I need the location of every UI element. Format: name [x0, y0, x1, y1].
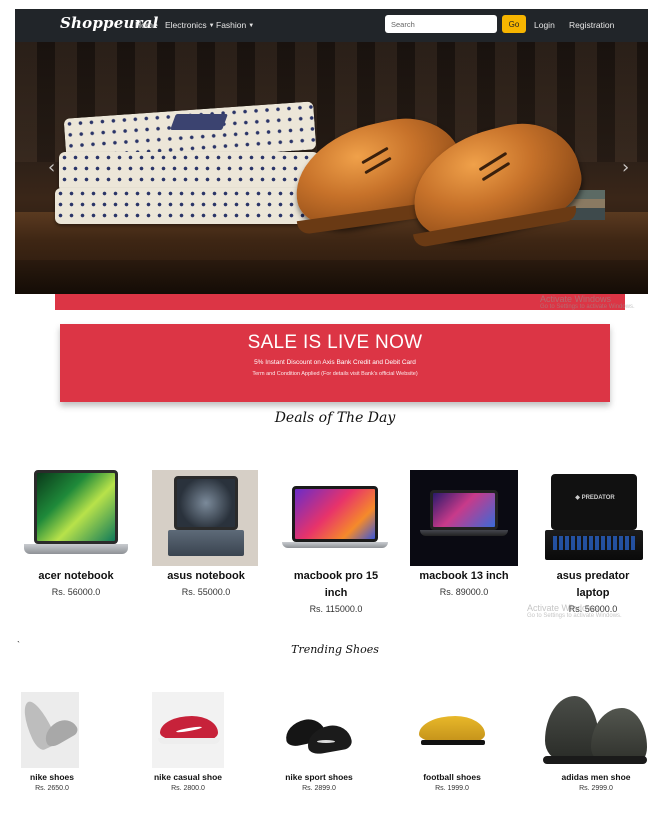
football-shoes-image[interactable]: [415, 712, 489, 750]
acer-notebook-image[interactable]: [22, 470, 128, 566]
product-price: Rs. 2899.0: [302, 785, 336, 792]
deals-section-title: Deals of The Day: [274, 410, 396, 426]
login-link[interactable]: Login: [534, 20, 555, 30]
football-sole: [421, 740, 485, 745]
registration-link[interactable]: Registration: [569, 20, 614, 30]
carousel-prev-icon[interactable]: ‹: [48, 157, 55, 178]
windows-watermark: Activate Windows Go to Settings to activ…: [540, 294, 635, 310]
nav-electronics-label: Electronics: [165, 20, 207, 30]
product-name[interactable]: macbook 13 inch: [400, 568, 528, 585]
hero-carousel: ‹ ›: [15, 42, 648, 294]
product-card[interactable]: macbook pro 15 inch Rs. 115000.0: [272, 568, 400, 614]
nike-casual-shoe-image[interactable]: [152, 692, 224, 768]
macbook-pro-image[interactable]: [282, 486, 390, 550]
product-price: Rs. 2800.0: [171, 785, 205, 792]
predator-keyboard: [553, 536, 635, 550]
caret-down-icon: ▼: [248, 23, 255, 29]
product-card[interactable]: nike sport shoes Rs. 2899.0: [270, 771, 368, 792]
sale-title: SALE IS LIVE NOW: [247, 332, 423, 353]
search-go-button[interactable]: Go: [502, 15, 526, 33]
watermark-line1: Activate Windows: [527, 603, 599, 613]
adidas-sole: [543, 756, 647, 764]
watermark-line1: Activate Windows: [540, 294, 612, 304]
product-price: Rs. 115000.0: [309, 604, 363, 614]
carousel-shirts-image: [55, 101, 325, 232]
product-price: Rs. 2999.0: [579, 785, 613, 792]
product-card[interactable]: acer notebook Rs. 56000.0: [12, 568, 140, 597]
sale-subtitle: 5% Instant Discount on Axis Bank Credit …: [254, 359, 416, 366]
product-name[interactable]: macbook pro 15 inch: [288, 568, 384, 602]
product-name[interactable]: asus predator laptop: [548, 568, 638, 602]
product-name[interactable]: football shoes: [404, 771, 500, 783]
predator-logo: ◆ PREDATOR: [575, 495, 615, 501]
watermark-line2: Go to Settings to activate Windows.: [527, 613, 622, 619]
product-card[interactable]: adidas men shoe Rs. 2999.0: [546, 771, 646, 792]
asus-notebook-image[interactable]: [152, 470, 258, 566]
product-price: Rs. 1999.0: [435, 785, 469, 792]
product-card[interactable]: football shoes Rs. 1999.0: [404, 771, 500, 792]
product-name[interactable]: nike sport shoes: [270, 771, 368, 783]
caret-down-icon: ▼: [208, 23, 215, 29]
nav-electronics-dropdown[interactable]: Electronics ▼: [165, 20, 215, 30]
nike-sport-shoes-image[interactable]: [282, 712, 353, 756]
product-name[interactable]: adidas men shoe: [546, 771, 646, 783]
product-name[interactable]: nike casual shoe: [140, 771, 236, 783]
nav-home-link[interactable]: Home: [135, 20, 158, 30]
product-card[interactable]: nike shoes Rs. 2650.0: [0, 771, 104, 792]
product-card[interactable]: nike casual shoe Rs. 2800.0: [140, 771, 236, 792]
sale-terms: Term and Condition Applied (For details …: [252, 371, 418, 377]
product-price: Rs. 2650.0: [35, 785, 69, 792]
adidas-men-shoe-image[interactable]: [541, 692, 649, 768]
sale-banner[interactable]: SALE IS LIVE NOW 5% Instant Discount on …: [60, 324, 610, 402]
trending-section-title: Trending Shoes: [291, 643, 379, 656]
nav-fashion-dropdown[interactable]: Fashion ▼: [216, 20, 254, 30]
product-name[interactable]: acer notebook: [12, 568, 140, 585]
product-price: Rs. 56000.0: [51, 587, 101, 597]
product-card[interactable]: asus notebook Rs. 55000.0: [142, 568, 270, 597]
product-name[interactable]: nike shoes: [0, 771, 104, 783]
watermark-line2: Go to Settings to activate Windows.: [540, 304, 635, 310]
windows-watermark: Activate Windows Go to Settings to activ…: [527, 603, 622, 619]
carousel-table-edge: [15, 260, 648, 294]
nike-shoes-image[interactable]: [17, 692, 80, 768]
product-card[interactable]: macbook 13 inch Rs. 89000.0: [400, 568, 528, 597]
carousel-next-icon[interactable]: ›: [622, 157, 629, 178]
macbook-13-image[interactable]: [410, 470, 518, 566]
asus-predator-image[interactable]: ◆ PREDATOR: [545, 474, 645, 564]
product-price: Rs. 55000.0: [181, 587, 231, 597]
search-input[interactable]: [385, 15, 497, 33]
product-price: Rs. 89000.0: [439, 587, 489, 597]
nav-fashion-label: Fashion: [216, 20, 247, 30]
product-name[interactable]: asus notebook: [142, 568, 270, 585]
navbar: Shoppeural Home Electronics▼ Fashion▼ Go…: [15, 9, 648, 42]
